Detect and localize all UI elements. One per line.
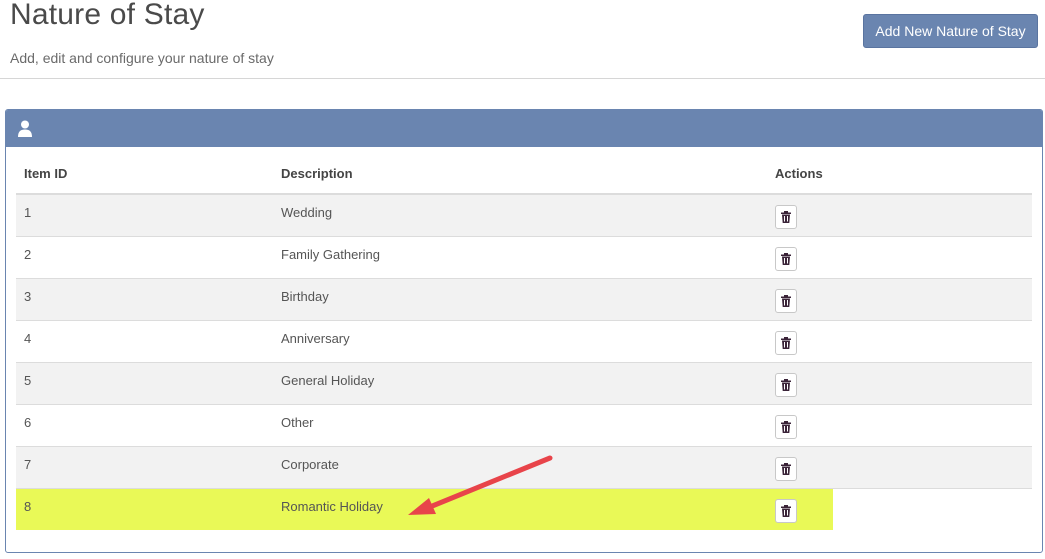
delete-button[interactable] (775, 498, 797, 523)
delete-button[interactable] (775, 205, 797, 229)
filler-cell (833, 361, 1032, 404)
filler-cell (833, 319, 1032, 362)
description-cell: Romantic Holiday (273, 487, 767, 530)
actions-cell (767, 235, 833, 278)
description-cell: Wedding (273, 193, 767, 236)
table-row: 4 Anniversary (16, 319, 1032, 362)
description-cell: General Holiday (273, 361, 767, 404)
header-divider (0, 78, 1045, 79)
item-id-cell: 7 (16, 445, 273, 488)
column-header-filler (833, 154, 1032, 195)
table-row: 1 Wedding (16, 193, 1032, 236)
table-row: 7 Corporate (16, 445, 1032, 488)
description-cell: Other (273, 403, 767, 446)
page-subtitle: Add, edit and configure your nature of s… (10, 50, 274, 66)
filler-cell (833, 445, 1032, 488)
description-cell: Corporate (273, 445, 767, 488)
actions-cell (767, 445, 833, 488)
user-icon (18, 120, 32, 137)
trash-icon (781, 420, 791, 433)
filler-cell (833, 235, 1032, 278)
description-cell: Anniversary (273, 319, 767, 362)
nature-of-stay-panel: Item ID Description Actions 1 Wedding 2 … (5, 109, 1043, 553)
trash-icon (781, 294, 791, 307)
description-cell: Family Gathering (273, 235, 767, 278)
item-id-cell: 1 (16, 193, 273, 236)
trash-icon (781, 252, 791, 265)
actions-cell (767, 277, 833, 320)
item-id-cell: 6 (16, 403, 273, 446)
table-row-highlighted: 8 Romantic Holiday (16, 487, 1032, 530)
delete-button[interactable] (775, 288, 797, 313)
item-id-cell: 4 (16, 319, 273, 362)
delete-button[interactable] (775, 330, 797, 355)
nature-of-stay-table: Item ID Description Actions 1 Wedding 2 … (16, 154, 1032, 530)
item-id-cell: 2 (16, 235, 273, 278)
trash-icon (781, 378, 791, 391)
item-id-cell: 5 (16, 361, 273, 404)
delete-button[interactable] (775, 372, 797, 397)
column-header-actions: Actions (767, 154, 833, 195)
actions-cell (767, 319, 833, 362)
filler-cell (833, 403, 1032, 446)
actions-cell (767, 403, 833, 446)
page-title: Nature of Stay (10, 0, 205, 31)
item-id-cell: 8 (16, 487, 273, 530)
table-header-row: Item ID Description Actions (16, 154, 1032, 195)
description-cell: Birthday (273, 277, 767, 320)
table-row: 5 General Holiday (16, 361, 1032, 404)
table-row: 3 Birthday (16, 277, 1032, 320)
delete-button[interactable] (775, 414, 797, 439)
delete-button[interactable] (775, 456, 797, 481)
trash-icon (781, 336, 791, 349)
actions-cell (767, 361, 833, 404)
filler-cell (833, 487, 1032, 530)
actions-cell (767, 487, 833, 530)
panel-heading (6, 110, 1042, 147)
table-row: 6 Other (16, 403, 1032, 446)
add-nature-of-stay-button[interactable]: Add New Nature of Stay (863, 14, 1038, 48)
filler-cell (833, 277, 1032, 320)
trash-icon (781, 462, 791, 475)
delete-button[interactable] (775, 246, 797, 271)
table-row: 2 Family Gathering (16, 235, 1032, 278)
column-header-item-id[interactable]: Item ID (16, 154, 273, 195)
table-body: 1 Wedding 2 Family Gathering 3 Birthday … (16, 193, 1032, 530)
trash-icon (781, 211, 791, 223)
trash-icon (781, 504, 791, 517)
item-id-cell: 3 (16, 277, 273, 320)
actions-cell (767, 193, 833, 236)
column-header-description[interactable]: Description (273, 154, 767, 195)
filler-cell (833, 193, 1032, 236)
